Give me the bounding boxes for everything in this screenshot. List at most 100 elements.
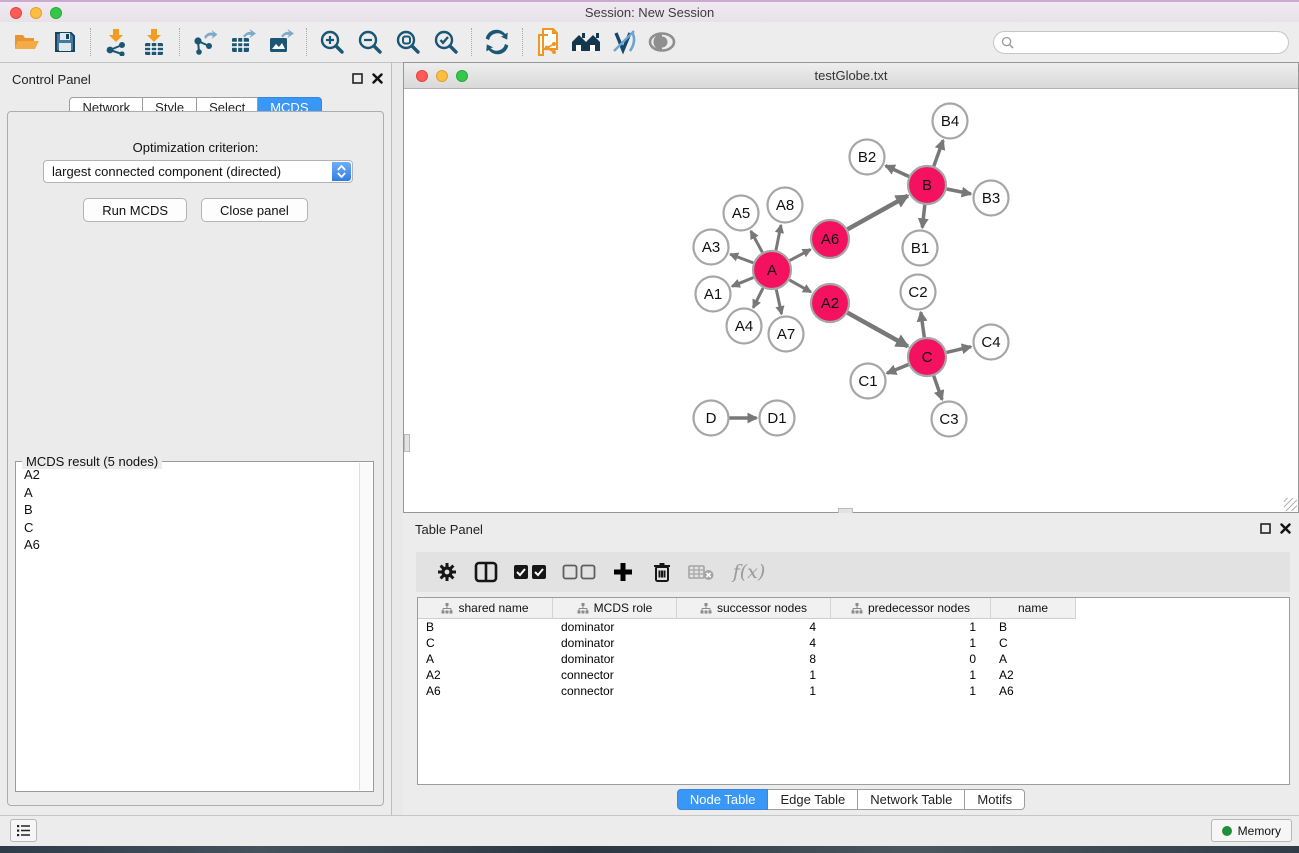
- delete-columns-button[interactable]: [647, 557, 677, 587]
- export-network-button[interactable]: [186, 26, 224, 58]
- column-header-name[interactable]: name: [991, 598, 1076, 619]
- mcds-result-item[interactable]: A2: [17, 466, 359, 484]
- graph-edge-B-B2[interactable]: [886, 166, 909, 177]
- delete-table-button[interactable]: [686, 557, 716, 587]
- graph-edge-A-A5[interactable]: [751, 231, 763, 252]
- graph-node-A4[interactable]: A4: [727, 309, 762, 344]
- close-panel-button[interactable]: Close panel: [201, 198, 308, 222]
- close-table-panel-icon[interactable]: [1280, 523, 1291, 534]
- export-table-button[interactable]: [224, 26, 262, 58]
- graph-edge-A-A3[interactable]: [730, 254, 753, 263]
- graph-edge-B-B1[interactable]: [922, 205, 925, 228]
- graph-node-C[interactable]: C: [908, 338, 946, 376]
- graph-node-B3[interactable]: B3: [974, 181, 1009, 216]
- table-row-a2[interactable]: A2connector11A2: [418, 667, 1289, 683]
- table-options-gear-button[interactable]: [432, 557, 462, 587]
- graph-edge-C-C2[interactable]: [921, 312, 925, 337]
- column-header-predecessor-nodes[interactable]: predecessor nodes: [831, 598, 991, 619]
- table-tab-network-table[interactable]: Network Table: [858, 789, 965, 810]
- add-column-button[interactable]: [608, 557, 638, 587]
- graph-node-C3[interactable]: C3: [932, 402, 967, 437]
- graph-node-C4[interactable]: C4: [974, 325, 1009, 360]
- search-input[interactable]: [1018, 36, 1288, 50]
- graph-edge-A-A6[interactable]: [790, 249, 811, 260]
- close-panel-icon[interactable]: [372, 73, 383, 84]
- select-all-columns-button[interactable]: [510, 557, 550, 587]
- table-row-a[interactable]: Adominator80A: [418, 651, 1289, 667]
- window-resize-grip[interactable]: [1284, 498, 1297, 511]
- show-graphics-details-button[interactable]: [643, 26, 681, 58]
- mcds-result-item[interactable]: C: [17, 519, 359, 537]
- graph-node-A2[interactable]: A2: [811, 284, 849, 322]
- mcds-result-item[interactable]: A6: [17, 536, 359, 554]
- graph-node-A[interactable]: A: [753, 251, 791, 289]
- network-window-title: testGlobe.txt: [404, 68, 1298, 83]
- new-network-from-selection-button[interactable]: [529, 26, 567, 58]
- graph-edge-C-C3[interactable]: [934, 376, 942, 400]
- graph-edge-A6-B[interactable]: [848, 196, 908, 230]
- graph-edge-A-A2[interactable]: [789, 280, 811, 292]
- table-tab-motifs[interactable]: Motifs: [965, 789, 1025, 810]
- import-network-button[interactable]: [97, 26, 135, 58]
- graph-node-D1[interactable]: D1: [760, 401, 795, 436]
- graph-node-A1[interactable]: A1: [696, 277, 731, 312]
- memory-button[interactable]: Memory: [1211, 819, 1292, 842]
- graph-edge-A-A7[interactable]: [776, 290, 781, 315]
- zoom-in-button[interactable]: [313, 26, 351, 58]
- graph-node-A7[interactable]: A7: [769, 317, 804, 352]
- table-row-c[interactable]: Cdominator41C: [418, 635, 1289, 651]
- hide-selected-button[interactable]: [605, 26, 643, 58]
- table-row-a6[interactable]: A6connector11A6: [418, 683, 1289, 699]
- graph-edge-A2-C[interactable]: [848, 313, 908, 347]
- table-tab-node-table[interactable]: Node Table: [677, 789, 769, 810]
- network-vertical-scrollbar[interactable]: [404, 434, 410, 452]
- zoom-selected-button[interactable]: [427, 26, 465, 58]
- table-tab-edge-table[interactable]: Edge Table: [768, 789, 858, 810]
- graph-node-C2[interactable]: C2: [901, 275, 936, 310]
- graph-edge-C-C4[interactable]: [947, 347, 972, 353]
- show-column-button[interactable]: [471, 557, 501, 587]
- graph-node-A3[interactable]: A3: [694, 230, 729, 265]
- mcds-result-item[interactable]: B: [17, 501, 359, 519]
- zoom-out-button[interactable]: [351, 26, 389, 58]
- graph-node-B2[interactable]: B2: [850, 140, 885, 175]
- column-header-shared-name[interactable]: shared name: [418, 598, 553, 619]
- float-table-panel-icon[interactable]: [1260, 523, 1271, 534]
- network-canvas[interactable]: A A1 A2 A3 A4 A5 A6 A7 A8 B B1 B2 B3 B4 C C1 C2 C3 C4 D D1: [404, 90, 1298, 512]
- import-table-button[interactable]: [135, 26, 173, 58]
- refresh-button[interactable]: [478, 26, 516, 58]
- run-mcds-button[interactable]: Run MCDS: [83, 198, 187, 222]
- column-header-mcds-role[interactable]: MCDS role: [553, 598, 677, 619]
- graph-node-C1[interactable]: C1: [851, 364, 886, 399]
- graph-edge-A-A8[interactable]: [776, 225, 781, 250]
- column-header-successor-nodes[interactable]: successor nodes: [677, 598, 831, 619]
- graph-edge-B-B3[interactable]: [947, 189, 971, 194]
- graph-node-A8[interactable]: A8: [768, 188, 803, 223]
- network-window-titlebar[interactable]: testGlobe.txt: [404, 63, 1298, 89]
- first-neighbors-button[interactable]: [567, 26, 605, 58]
- graph-edge-C-C1[interactable]: [887, 365, 909, 374]
- save-session-button[interactable]: [46, 26, 84, 58]
- graph-node-B[interactable]: B: [908, 166, 946, 204]
- graph-node-B1[interactable]: B1: [903, 231, 938, 266]
- graph-node-A6[interactable]: A6: [811, 220, 849, 258]
- zoom-fit-button[interactable]: [389, 26, 427, 58]
- graph-edge-B-B4[interactable]: [934, 140, 943, 166]
- export-image-button[interactable]: [262, 26, 300, 58]
- graph-node-A5[interactable]: A5: [724, 196, 759, 231]
- optimization-criterion-select[interactable]: largest connected component (directed): [43, 160, 353, 183]
- result-scrollbar[interactable]: [359, 463, 372, 790]
- graph-edge-A-A4[interactable]: [753, 288, 763, 308]
- task-history-button[interactable]: [10, 819, 37, 842]
- mcds-result-item[interactable]: A: [17, 484, 359, 502]
- unselect-all-columns-button[interactable]: [559, 557, 599, 587]
- function-builder-button[interactable]: f(x): [725, 557, 773, 587]
- table-row-b[interactable]: Bdominator41B: [418, 619, 1289, 635]
- graph-node-B4[interactable]: B4: [933, 104, 968, 139]
- graph-edge-A-A1[interactable]: [732, 278, 754, 287]
- float-panel-icon[interactable]: [352, 73, 363, 84]
- graph-node-D[interactable]: D: [694, 401, 729, 436]
- open-folder-button[interactable]: [8, 26, 46, 58]
- search-field[interactable]: [993, 31, 1289, 54]
- graph-node-label: B1: [911, 240, 929, 257]
